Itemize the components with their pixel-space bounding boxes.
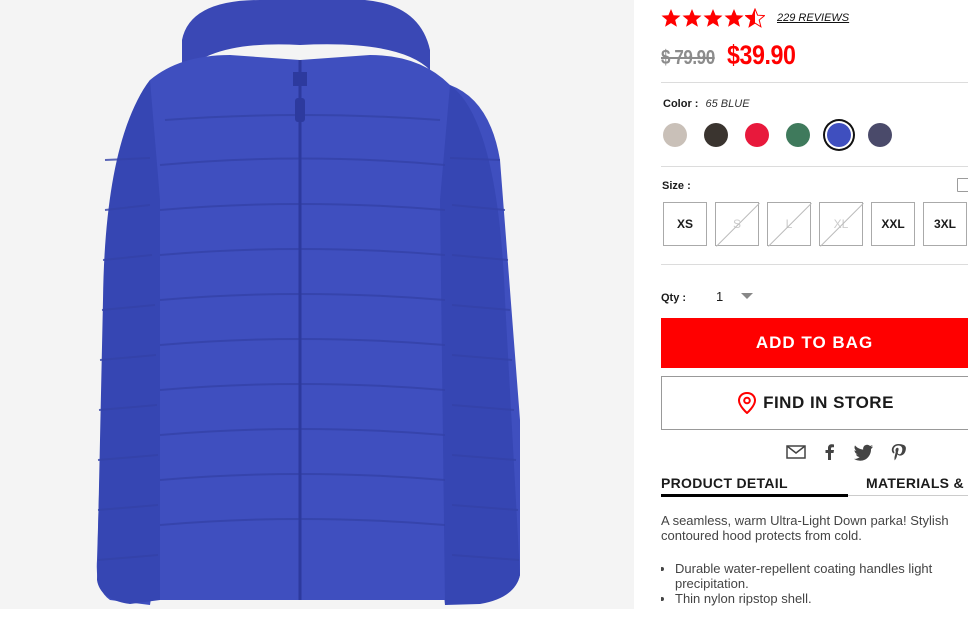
- swatch-red[interactable]: [745, 123, 769, 147]
- tab-divider: [848, 495, 968, 496]
- jacket-illustration: [0, 0, 634, 609]
- share-row: [786, 443, 908, 461]
- size-l: L: [767, 202, 811, 246]
- product-info-panel: 229 REVIEWS $ 79.90 $39.90 Color : 65 BL…: [661, 0, 968, 623]
- description-line: contoured hood protects from cold.: [661, 528, 862, 543]
- tab-product-detail[interactable]: PRODUCT DETAIL: [661, 475, 788, 491]
- active-tab-indicator: [661, 494, 848, 497]
- mail-icon[interactable]: [786, 443, 806, 461]
- color-label: Color : 65 BLUE: [663, 98, 750, 110]
- feature-item: Durable water-repellent coating handles …: [675, 561, 968, 591]
- size-xxl[interactable]: XXL: [871, 202, 915, 246]
- pinterest-icon[interactable]: [888, 443, 908, 461]
- product-image[interactable]: [0, 0, 634, 609]
- star-icon: [724, 9, 744, 27]
- description-line: A seamless, warm Ultra-Light Down parka!…: [661, 513, 949, 528]
- swatch-green[interactable]: [786, 123, 810, 147]
- color-label-text: Color :: [663, 98, 699, 110]
- chevron-down-icon[interactable]: [741, 293, 753, 299]
- price-row: $ 79.90 $39.90: [661, 40, 807, 74]
- size-xs[interactable]: XS: [663, 202, 707, 246]
- original-price: $ 79.90: [661, 47, 715, 69]
- half-star-icon: [745, 8, 765, 28]
- feature-item: Thin nylon ripstop shell.: [675, 591, 968, 606]
- reviews-link[interactable]: 229 REVIEWS: [777, 12, 849, 24]
- size-label: Size :: [662, 180, 691, 192]
- detail-tabs: PRODUCT DETAIL MATERIALS &: [661, 475, 968, 497]
- divider: [661, 264, 968, 265]
- star-icon: [703, 9, 723, 27]
- size-3xl[interactable]: 3XL: [923, 202, 967, 246]
- tab-materials[interactable]: MATERIALS &: [866, 475, 964, 491]
- qty-label: Qty :: [661, 292, 687, 304]
- divider: [661, 166, 968, 167]
- location-pin-icon: [738, 392, 757, 414]
- size-guide-icon[interactable]: [957, 178, 968, 192]
- size-options: XS S L XL XXL 3XL: [663, 202, 967, 246]
- swatch-navy[interactable]: [868, 123, 892, 147]
- star-icon: [682, 9, 702, 27]
- swatch-dark-brown[interactable]: [704, 123, 728, 147]
- size-s: S: [715, 202, 759, 246]
- divider: [661, 82, 968, 83]
- size-xl: XL: [819, 202, 863, 246]
- swatch-blue[interactable]: [827, 123, 851, 147]
- color-selected-value: 65 BLUE: [705, 98, 750, 110]
- sale-price: $39.90: [727, 40, 796, 70]
- color-swatches: [663, 123, 892, 147]
- rating-row: 229 REVIEWS: [661, 7, 849, 29]
- feature-list: Durable water-repellent coating handles …: [675, 561, 968, 606]
- star-icon: [661, 9, 681, 27]
- add-to-bag-button[interactable]: ADD TO BAG: [661, 318, 968, 368]
- star-rating: [661, 8, 765, 28]
- find-in-store-button[interactable]: FIND IN STORE: [661, 376, 968, 430]
- product-description: A seamless, warm Ultra-Light Down parka!…: [661, 513, 968, 543]
- find-in-store-label: FIND IN STORE: [763, 393, 894, 412]
- qty-select[interactable]: 1: [716, 289, 723, 304]
- twitter-icon[interactable]: [854, 443, 874, 461]
- facebook-icon[interactable]: [820, 443, 840, 461]
- swatch-beige[interactable]: [663, 123, 687, 147]
